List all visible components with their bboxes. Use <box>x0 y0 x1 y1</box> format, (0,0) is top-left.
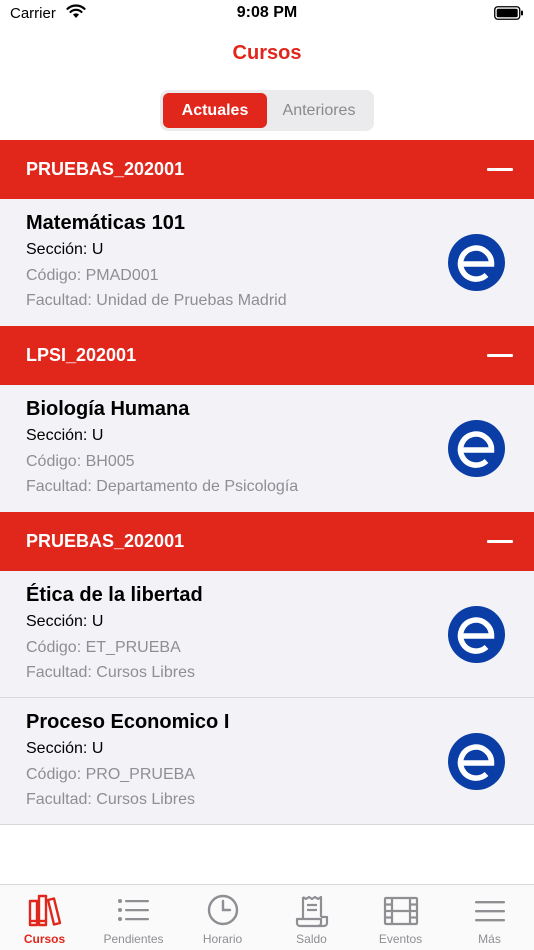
course-section: Sección: U <box>26 740 104 757</box>
course-faculty: Facultad: Cursos Libres <box>26 791 195 808</box>
course-name: Ética de la libertad <box>26 584 203 606</box>
tab-label: Eventos <box>378 932 423 946</box>
course-list: PRUEBAS_202001 Matemáticas 101 Sección: … <box>0 140 534 825</box>
course-faculty: Facultad: Departamento de Psicología <box>26 478 299 495</box>
tab-label: Horario <box>202 932 243 946</box>
section-header[interactable]: PRUEBAS_202001 <box>0 512 534 571</box>
books-icon <box>28 894 61 927</box>
e-logo-icon[interactable] <box>448 606 505 663</box>
tab-mas[interactable]: Más <box>445 885 534 950</box>
section-header[interactable]: PRUEBAS_202001 <box>0 140 534 199</box>
course-section: Sección: U <box>26 613 104 630</box>
e-logo-icon[interactable] <box>448 733 505 790</box>
course-row[interactable]: Ética de la libertad Sección: U Código: … <box>0 571 534 698</box>
menu-icon <box>474 901 505 922</box>
e-logo-icon[interactable] <box>448 234 505 291</box>
course-row[interactable]: Biología Humana Sección: U Código: BH005… <box>0 385 534 512</box>
page-title: Cursos <box>232 42 302 64</box>
clock-icon <box>207 894 238 926</box>
tab-pendientes[interactable]: Pendientes <box>89 885 178 950</box>
course-name: Biología Humana <box>26 398 190 420</box>
section-header[interactable]: LPSI_202001 <box>0 326 534 385</box>
segment-actuales[interactable]: Actuales <box>163 93 267 128</box>
course-code: Código: BH005 <box>26 453 135 470</box>
tab-horario[interactable]: Horario <box>178 885 267 950</box>
collapse-icon[interactable] <box>487 540 513 543</box>
period-segmented-control: Actuales Anteriores <box>160 90 374 131</box>
tab-label: Cursos <box>23 932 66 946</box>
course-name: Matemáticas 101 <box>26 212 185 234</box>
tab-cursos[interactable]: Cursos <box>0 885 89 950</box>
list-icon <box>117 899 149 921</box>
collapse-icon[interactable] <box>487 168 513 171</box>
section-title: PRUEBAS_202001 <box>26 159 185 179</box>
segment-anteriores[interactable]: Anteriores <box>267 93 371 128</box>
course-faculty: Facultad: Unidad de Pruebas Madrid <box>26 292 287 309</box>
receipt-icon <box>295 895 328 928</box>
course-row[interactable]: Matemáticas 101 Sección: U Código: PMAD0… <box>0 199 534 326</box>
course-faculty: Facultad: Cursos Libres <box>26 664 195 681</box>
collapse-icon[interactable] <box>487 354 513 357</box>
tab-label: Pendientes <box>103 932 164 946</box>
course-row[interactable]: Proceso Economico I Sección: U Código: P… <box>0 698 534 825</box>
status-time: 9:08 PM <box>236 4 298 21</box>
tab-label: Más <box>478 932 501 946</box>
course-code: Código: PRO_PRUEBA <box>26 766 195 783</box>
tab-label: Saldo <box>296 932 327 946</box>
e-logo-icon[interactable] <box>448 420 505 477</box>
course-section: Sección: U <box>26 241 104 258</box>
battery-icon <box>494 6 524 25</box>
status-bar: Carrier 9:08 PM <box>0 0 534 28</box>
tab-bar: Cursos Pendientes Horario Saldo Eventos … <box>0 884 534 950</box>
course-name: Proceso Economico I <box>26 711 230 733</box>
film-icon <box>383 896 418 926</box>
tab-saldo[interactable]: Saldo <box>267 885 356 950</box>
section-title: LPSI_202001 <box>26 345 137 365</box>
course-section: Sección: U <box>26 427 104 444</box>
section-title: PRUEBAS_202001 <box>26 531 185 551</box>
course-code: Código: PMAD001 <box>26 267 159 284</box>
course-code: Código: ET_PRUEBA <box>26 639 181 656</box>
tab-eventos[interactable]: Eventos <box>356 885 445 950</box>
